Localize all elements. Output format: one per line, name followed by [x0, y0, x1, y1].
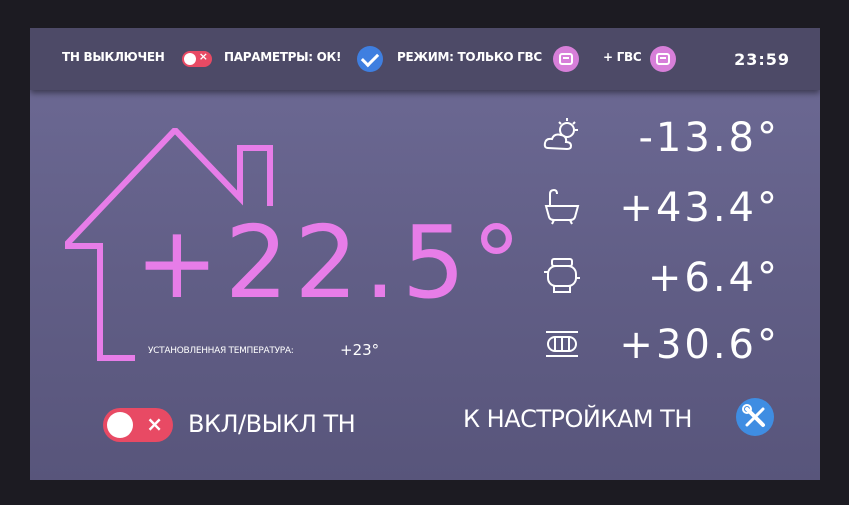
setpoint-value: +23° [340, 341, 380, 359]
heat-pump-settings-button[interactable]: К НАСТРОЙКАМ ТН [463, 405, 692, 433]
heat-exchanger-temperature: +30.6° [619, 322, 780, 368]
setpoint-label: УСТАНОВЛЕННАЯ ТЕМПЕРАТУРА: [148, 346, 294, 356]
check-icon [357, 46, 383, 72]
water-tank-icon [553, 46, 579, 72]
toggle-knob [107, 412, 133, 438]
bathtub-icon [544, 188, 580, 225]
hot-water-extra-text: + ГВС [603, 50, 642, 64]
outdoor-temperature: -13.8° [638, 115, 780, 161]
compressor-temperature: +6.4° [647, 255, 780, 301]
status-bar: ТН ВЫКЛЮЧЕН × ПАРАМЕТРЫ: ОК! РЕЖИМ: ТОЛЬ… [30, 28, 820, 90]
hot-water-temperature: +43.4° [619, 185, 780, 231]
power-toggle-label[interactable]: ВКЛ/ВЫКЛ ТН [188, 410, 356, 438]
heat-pump-status-text: ТН ВЫКЛЮЧЕН [62, 50, 165, 64]
heat-pump-status-toggle-icon: × [182, 50, 212, 67]
heat-exchanger-icon [546, 331, 578, 357]
clock: 23:59 [734, 50, 790, 69]
compressor-icon [544, 258, 580, 293]
weather-sun-cloud-icon [543, 118, 578, 151]
water-tank-icon-2 [650, 46, 676, 72]
close-icon: × [146, 412, 163, 436]
tools-icon[interactable] [736, 398, 774, 436]
display-screen: ТН ВЫКЛЮЧЕН × ПАРАМЕТРЫ: ОК! РЕЖИМ: ТОЛЬ… [30, 28, 820, 480]
mode-status-text: РЕЖИМ: ТОЛЬКО ГВС [397, 50, 542, 64]
params-status-text: ПАРАМЕТРЫ: ОК! [224, 50, 342, 64]
heat-pump-power-toggle[interactable]: × [103, 408, 173, 442]
room-temperature: +22.5° [135, 204, 528, 321]
